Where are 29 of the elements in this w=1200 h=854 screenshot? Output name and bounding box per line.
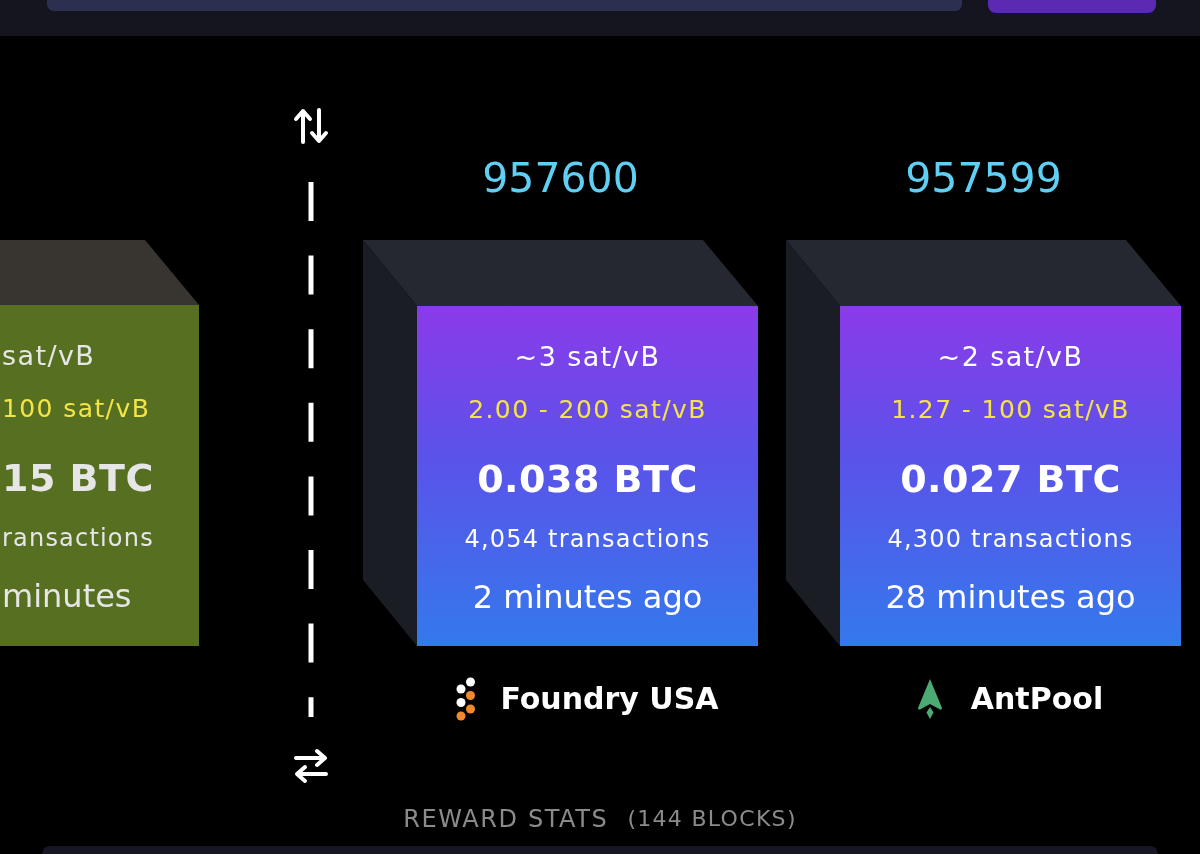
section-title: REWARD STATS [403,804,609,834]
block-height[interactable]: 957600 [482,156,639,200]
vertical-arrows-icon[interactable] [293,108,329,144]
fee-median: ~2 sat/vB [937,340,1084,374]
fee-range: 2.00 - 200 sat/vB [468,394,707,426]
pool-name[interactable]: Foundry USA [500,679,719,719]
search-field[interactable] [47,0,962,11]
block-front-face[interactable]: ~3 sat/vB 2.00 - 200 sat/vB 0.038 BTC 4,054 transactions 2 minutes ago [417,306,758,646]
transaction-count: 4,054 transactions [464,524,711,555]
horizontal-arrows-icon[interactable] [293,748,329,784]
block-reward: 0.027 BTC [900,456,1121,503]
transaction-count: 4,300 transactions [887,524,1134,555]
fee-median: sat/vB [2,339,96,373]
section-note: (144 BLOCKS) [627,805,797,833]
dots-logo-icon [456,677,477,721]
block-reward: 15 BTC [2,455,154,502]
block-time: minutes [2,577,132,615]
block-time: 2 minutes ago [472,578,703,616]
block-front-face[interactable]: sat/vB 100 sat/vB 15 BTC ransactions minutes [0,305,199,646]
fee-range: 100 sat/vB [2,393,151,425]
block-reward: 0.038 BTC [477,456,698,503]
arrowhead-logo-icon [917,679,942,719]
block-time: 28 minutes ago [885,578,1136,616]
transaction-count: ransactions [2,523,154,554]
block-front-face[interactable]: ~2 sat/vB 1.27 - 100 sat/vB 0.027 BTC 4,300 transactions 28 minutes ago [840,306,1181,646]
fee-range: 1.27 - 100 sat/vB [891,394,1130,426]
pool-name[interactable]: AntPool [970,679,1104,719]
fee-median: ~3 sat/vB [514,340,661,374]
block-height[interactable]: 957599 [905,156,1062,200]
